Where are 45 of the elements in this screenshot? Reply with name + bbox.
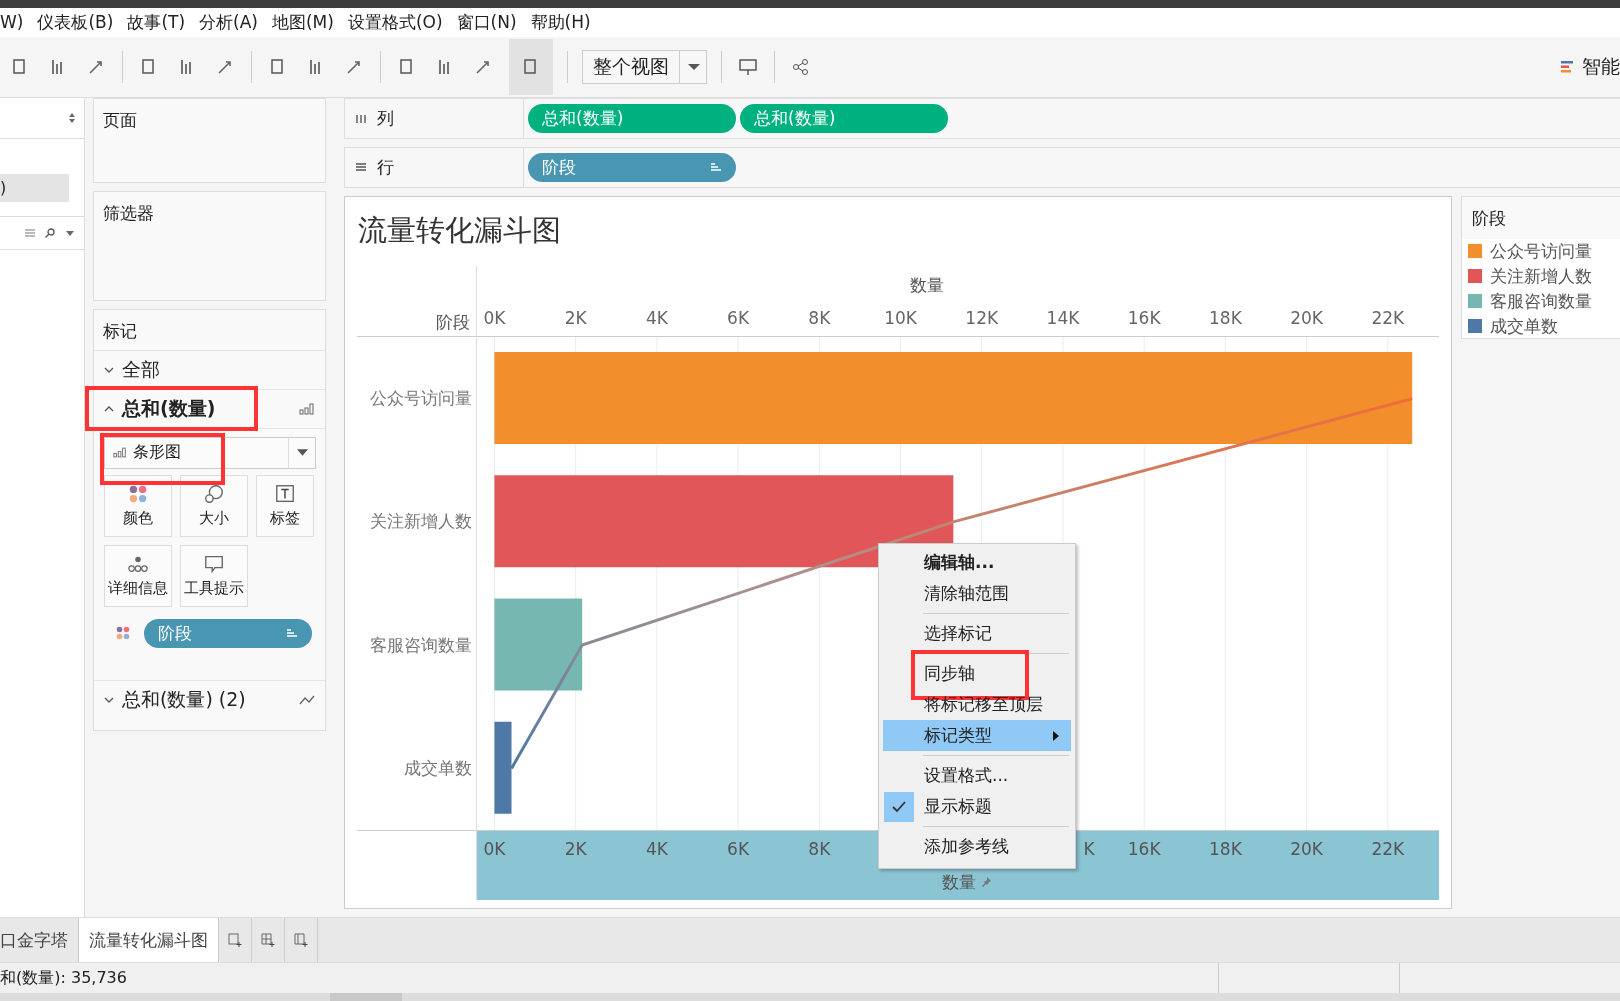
axis-tick-label: 14K: [1046, 307, 1080, 328]
axis-tick-label: 4K: [645, 838, 668, 859]
card-title: 标记: [102, 319, 138, 343]
axis-title: 数量: [910, 273, 944, 297]
sheet-title: 流量转化漏斗图: [357, 211, 562, 249]
shelf-label: 行: [377, 155, 394, 179]
axis-tick-label: K: [1083, 838, 1095, 859]
axis-tick-label: 0K: [483, 838, 506, 859]
axis-tick-label: 10K: [884, 307, 917, 328]
legend-label: 公众号访问量: [1490, 239, 1592, 263]
category-label: 公众号访问量: [370, 387, 472, 410]
marks-section-label: 总和(数量) (2): [122, 686, 247, 712]
category-label: 关注新增人数: [370, 510, 472, 534]
axis-tick-label: 18K: [1209, 838, 1242, 859]
axis-tick-label: 12K: [965, 307, 999, 328]
axis-tick-label: 4K: [645, 307, 668, 328]
axis-tick-label: 0K: [483, 307, 506, 328]
axis-tick-label: 18K: [1209, 307, 1242, 328]
marks-section-label: 全部: [122, 356, 161, 382]
legend-label: 成交单数: [1490, 314, 1558, 338]
legend-label: 关注新增人数: [1490, 264, 1592, 288]
legend-title: 阶段: [1462, 196, 1620, 239]
axis-tick-label: 20K: [1290, 307, 1323, 328]
axis-tick-label: 22K: [1371, 838, 1405, 859]
axis-tick-label: 8K: [808, 838, 831, 859]
category-label: 客服咨询数量: [370, 633, 472, 657]
axis-tick-label: 20K: [1290, 838, 1323, 859]
category-label: 成交单数: [404, 756, 472, 780]
axis-title: 数量: [942, 870, 976, 894]
row-header: 阶段: [436, 310, 470, 334]
axis-tick-label: 6K: [727, 307, 750, 328]
card-title: 页面: [102, 108, 138, 132]
status-text: 和(数量): 35,736: [0, 967, 127, 989]
card-title: 筛选器: [102, 201, 155, 225]
axis-tick-label: 22K: [1371, 307, 1405, 328]
axis-tick-label: 16K: [1127, 307, 1161, 328]
legend-label: 客服咨询数量: [1490, 289, 1592, 313]
axis-tick-label: 6K: [727, 838, 750, 859]
axis-tick-label: 2K: [564, 307, 587, 328]
marks-section-label: 总和(数量): [122, 395, 217, 421]
shelf-label: 列: [377, 106, 394, 130]
show-me-label: 智能: [1582, 53, 1620, 79]
axis-tick-label: 2K: [564, 838, 587, 859]
axis-tick-label: 16K: [1127, 838, 1161, 859]
axis-tick-label: 8K: [808, 307, 831, 328]
